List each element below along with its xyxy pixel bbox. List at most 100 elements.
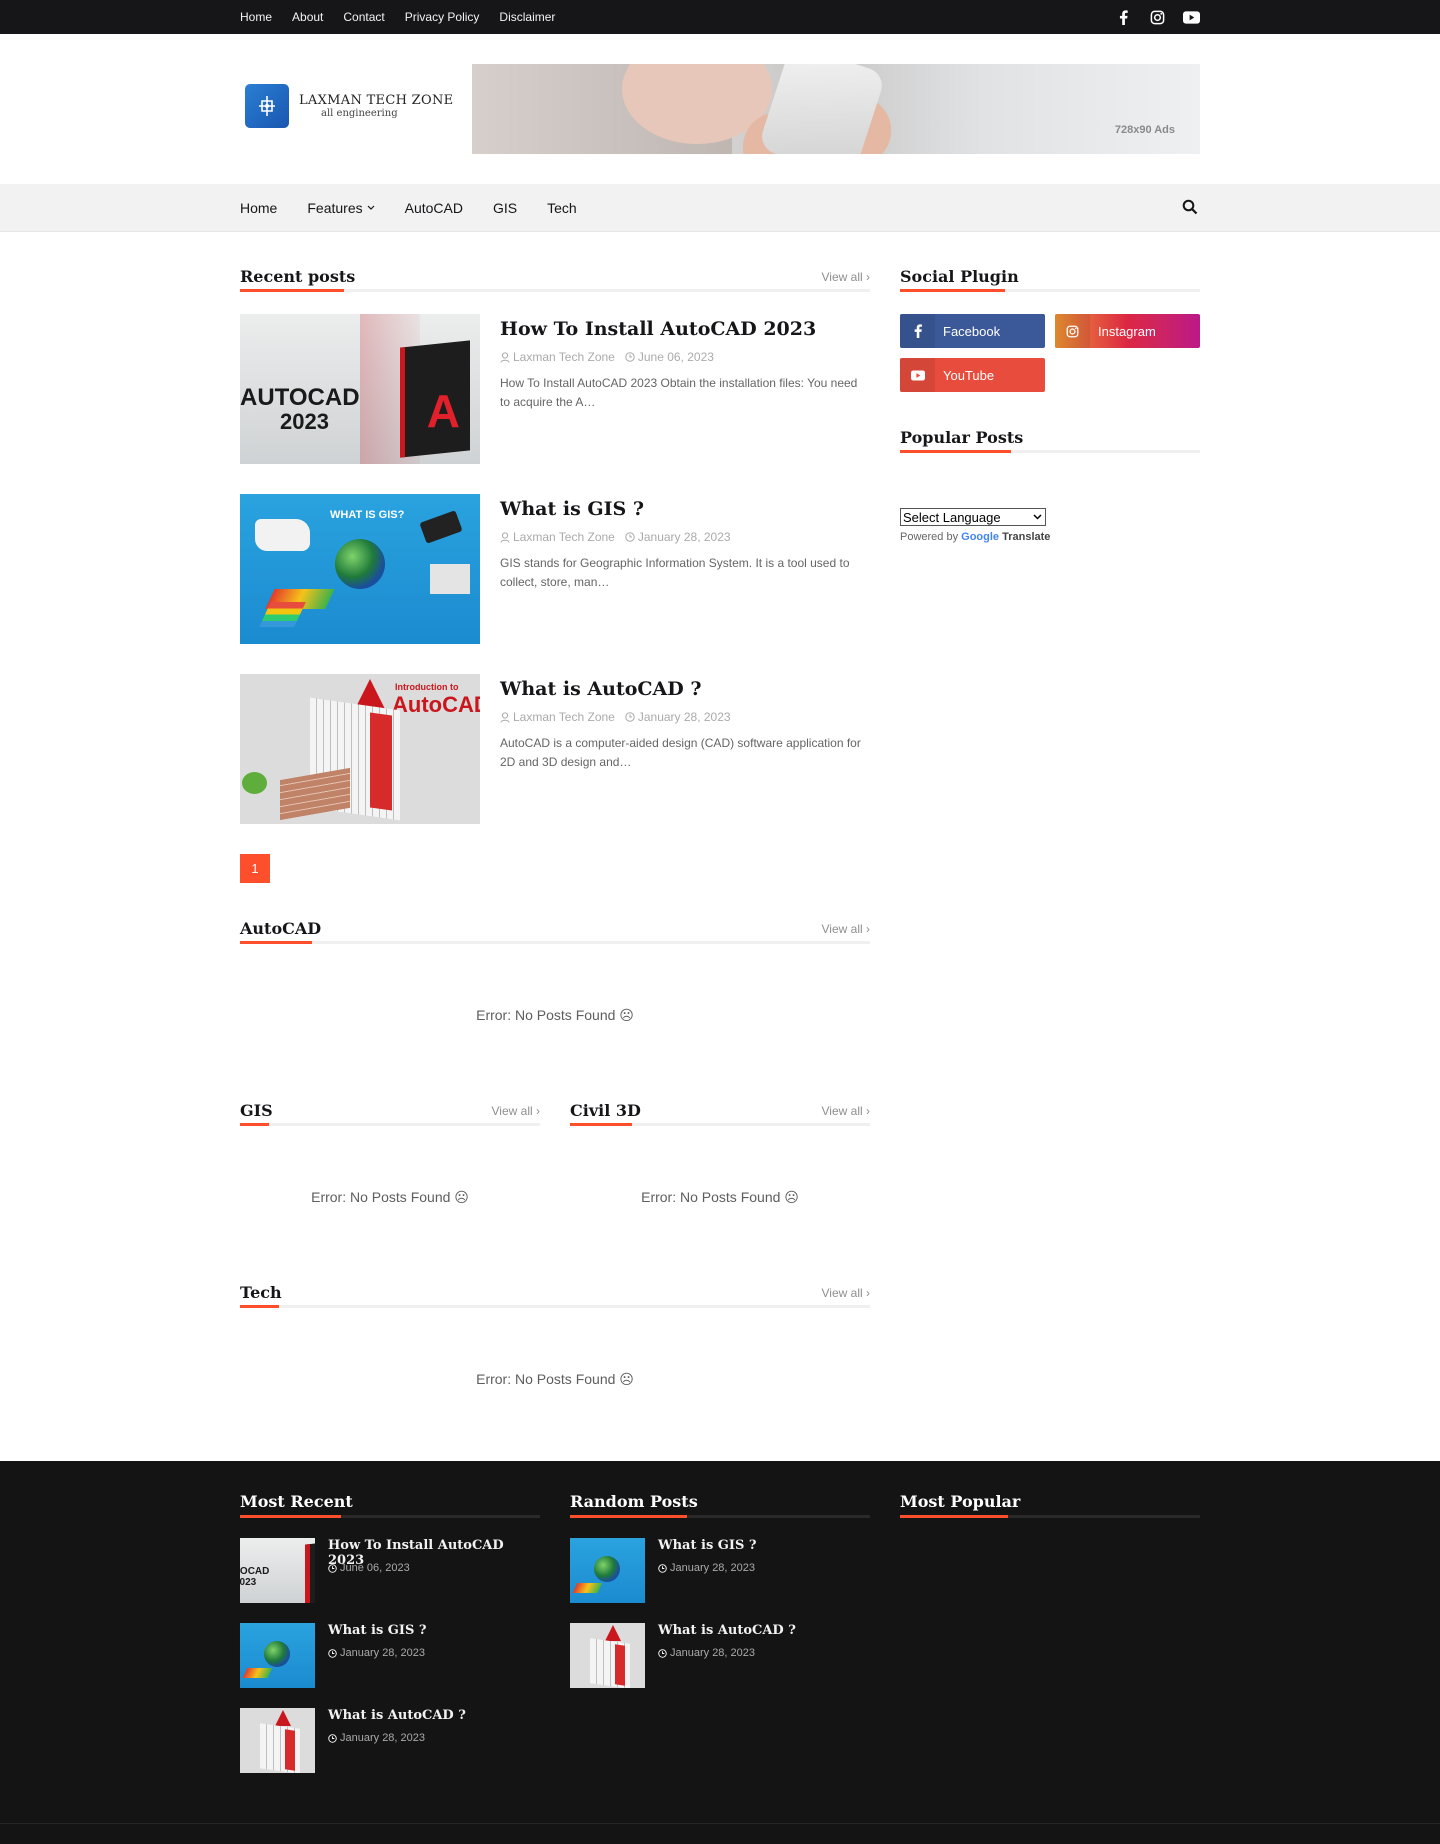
popular-posts-header: Popular Posts xyxy=(900,425,1200,453)
footer-post-date: June 06, 2023 xyxy=(328,1562,410,1574)
ad-label: 728x90 Ads xyxy=(1114,124,1175,136)
chevron-down-icon xyxy=(1033,514,1042,520)
recent-posts-header: Recent posts View all › xyxy=(240,264,870,292)
gis-empty-message: Error: No Posts Found ☹ xyxy=(311,1189,469,1205)
footer-post-date: January 28, 2023 xyxy=(328,1647,425,1659)
logo-title: LAXMAN TECH ZONE xyxy=(299,93,454,108)
footer-post-title[interactable]: What is GIS ? xyxy=(328,1623,427,1638)
recent-view-all-link[interactable]: View all › xyxy=(822,270,870,284)
clock-icon xyxy=(625,532,635,542)
nav-item-gis[interactable]: GIS xyxy=(493,200,517,216)
logo-tagline: all engineering xyxy=(321,108,398,119)
section-title: AutoCAD xyxy=(240,919,322,938)
footer-most-popular-header: Most Popular xyxy=(900,1488,1200,1518)
post-author[interactable]: Laxman Tech Zone xyxy=(500,710,615,724)
nav-item-features[interactable]: Features xyxy=(307,200,375,216)
gis-view-all-link[interactable]: View all › xyxy=(492,1104,540,1118)
top-social-icons xyxy=(1114,0,1200,34)
nav-item-autocad[interactable]: AutoCAD xyxy=(405,200,463,216)
post-author[interactable]: Laxman Tech Zone xyxy=(500,350,615,364)
footer-post-title[interactable]: What is AutoCAD ? xyxy=(658,1623,796,1638)
user-icon xyxy=(500,711,510,723)
footer-post-thumbnail[interactable]: TOCAD2023 xyxy=(240,1538,315,1603)
footer-post-item: What is AutoCAD ? January 28, 2023 xyxy=(240,1708,540,1773)
post-date: January 28, 2023 xyxy=(625,710,731,724)
footer-post-date: January 28, 2023 xyxy=(658,1647,755,1659)
post-snippet: AutoCAD is a computer-aided design (CAD)… xyxy=(500,736,861,769)
post-item: Introduction to AutoCAD What is AutoCAD … xyxy=(240,674,870,824)
instagram-icon xyxy=(1055,314,1090,348)
footer-post-thumbnail[interactable] xyxy=(570,1538,645,1603)
clock-icon xyxy=(328,1733,337,1743)
clock-icon xyxy=(625,352,635,362)
language-select[interactable]: Select Language xyxy=(900,508,1046,526)
footer-post-date: January 28, 2023 xyxy=(658,1562,755,1574)
post-thumbnail[interactable]: Introduction to AutoCAD xyxy=(240,674,480,824)
tech-empty-message: Error: No Posts Found ☹ xyxy=(476,1371,634,1387)
google-logo[interactable]: Google xyxy=(961,531,999,543)
recent-posts-title: Recent posts xyxy=(240,267,356,286)
chevron-down-icon xyxy=(367,205,375,210)
post-title[interactable]: How To Install AutoCAD 2023 xyxy=(500,316,870,342)
section-title: Tech xyxy=(240,1283,282,1302)
sidebar-title: Popular Posts xyxy=(900,428,1024,447)
post-author[interactable]: Laxman Tech Zone xyxy=(500,530,615,544)
post-snippet: How To Install AutoCAD 2023 Obtain the i… xyxy=(500,376,858,409)
civil3d-section-header: Civil 3D View all › xyxy=(570,1098,870,1126)
nav-item-home[interactable]: Home xyxy=(240,200,277,216)
instagram-icon[interactable] xyxy=(1148,8,1166,26)
footer-post-item: What is GIS ? January 28, 2023 xyxy=(240,1623,540,1688)
facebook-button[interactable]: Facebook xyxy=(900,314,1045,348)
footer-post-thumbnail[interactable] xyxy=(240,1708,315,1773)
civil3d-empty-message: Error: No Posts Found ☹ xyxy=(641,1189,799,1205)
clock-icon xyxy=(625,712,635,722)
post-thumbnail[interactable]: A AUTOCAD 2023 xyxy=(240,314,480,464)
top-link-privacy-policy[interactable]: Privacy Policy xyxy=(405,10,480,24)
clock-icon xyxy=(328,1648,337,1658)
footer-post-item: What is AutoCAD ? January 28, 2023 xyxy=(570,1623,870,1688)
clock-icon xyxy=(658,1563,667,1573)
section-title: Civil 3D xyxy=(570,1101,641,1120)
post-thumbnail[interactable]: WHAT IS GIS? xyxy=(240,494,480,644)
footer-post-thumbnail[interactable] xyxy=(240,1623,315,1688)
footer-section-title: Most Popular xyxy=(900,1492,1021,1511)
top-link-home[interactable]: Home xyxy=(240,10,272,24)
top-link-disclaimer[interactable]: Disclaimer xyxy=(499,10,555,24)
search-icon[interactable] xyxy=(1182,199,1200,217)
footer-post-title[interactable]: What is GIS ? xyxy=(658,1538,757,1553)
autocad-empty-message: Error: No Posts Found ☹ xyxy=(476,1007,634,1023)
header-ad-banner[interactable]: 728x90 Ads xyxy=(472,64,1200,154)
civil3d-view-all-link[interactable]: View all › xyxy=(822,1104,870,1118)
post-item: WHAT IS GIS? What is GIS ? Laxman Tech Z… xyxy=(240,494,870,644)
instagram-button[interactable]: Instagram xyxy=(1055,314,1200,348)
site-logo[interactable]: LAXMAN TECH ZONE all engineering xyxy=(245,84,453,128)
logo-mark-icon xyxy=(245,84,289,128)
post-title[interactable]: What is AutoCAD ? xyxy=(500,676,870,702)
top-link-contact[interactable]: Contact xyxy=(343,10,384,24)
post-date: January 28, 2023 xyxy=(625,530,731,544)
footer-most-recent-header: Most Recent xyxy=(240,1488,540,1518)
footer-post-title[interactable]: What is AutoCAD ? xyxy=(328,1708,466,1723)
autocad-view-all-link[interactable]: View all › xyxy=(822,922,870,936)
sidebar-title: Social Plugin xyxy=(900,267,1019,286)
google-translate-credit: Powered by Google Translate xyxy=(900,531,1051,543)
youtube-button[interactable]: YouTube xyxy=(900,358,1045,392)
post-title[interactable]: What is GIS ? xyxy=(500,496,870,522)
youtube-icon xyxy=(900,358,935,392)
facebook-icon[interactable] xyxy=(1114,8,1132,26)
user-icon xyxy=(500,351,510,363)
footer-section-title: Most Recent xyxy=(240,1492,353,1511)
footer-post-thumbnail[interactable] xyxy=(570,1623,645,1688)
section-title: GIS xyxy=(240,1101,273,1120)
footer-post-item: TOCAD2023 How To Install AutoCAD 2023 Ju… xyxy=(240,1538,540,1603)
user-icon xyxy=(500,531,510,543)
youtube-icon[interactable] xyxy=(1182,8,1200,26)
tech-view-all-link[interactable]: View all › xyxy=(822,1286,870,1300)
footer-post-item: What is GIS ? January 28, 2023 xyxy=(570,1538,870,1603)
top-bar: Home About Contact Privacy Policy Discla… xyxy=(0,0,1440,34)
top-link-about[interactable]: About xyxy=(292,10,323,24)
pagination-page-1[interactable]: 1 xyxy=(240,854,270,883)
post-item: A AUTOCAD 2023 How To Install AutoCAD 20… xyxy=(240,314,870,464)
nav-item-tech[interactable]: Tech xyxy=(547,200,577,216)
social-plugin-header: Social Plugin xyxy=(900,264,1200,292)
